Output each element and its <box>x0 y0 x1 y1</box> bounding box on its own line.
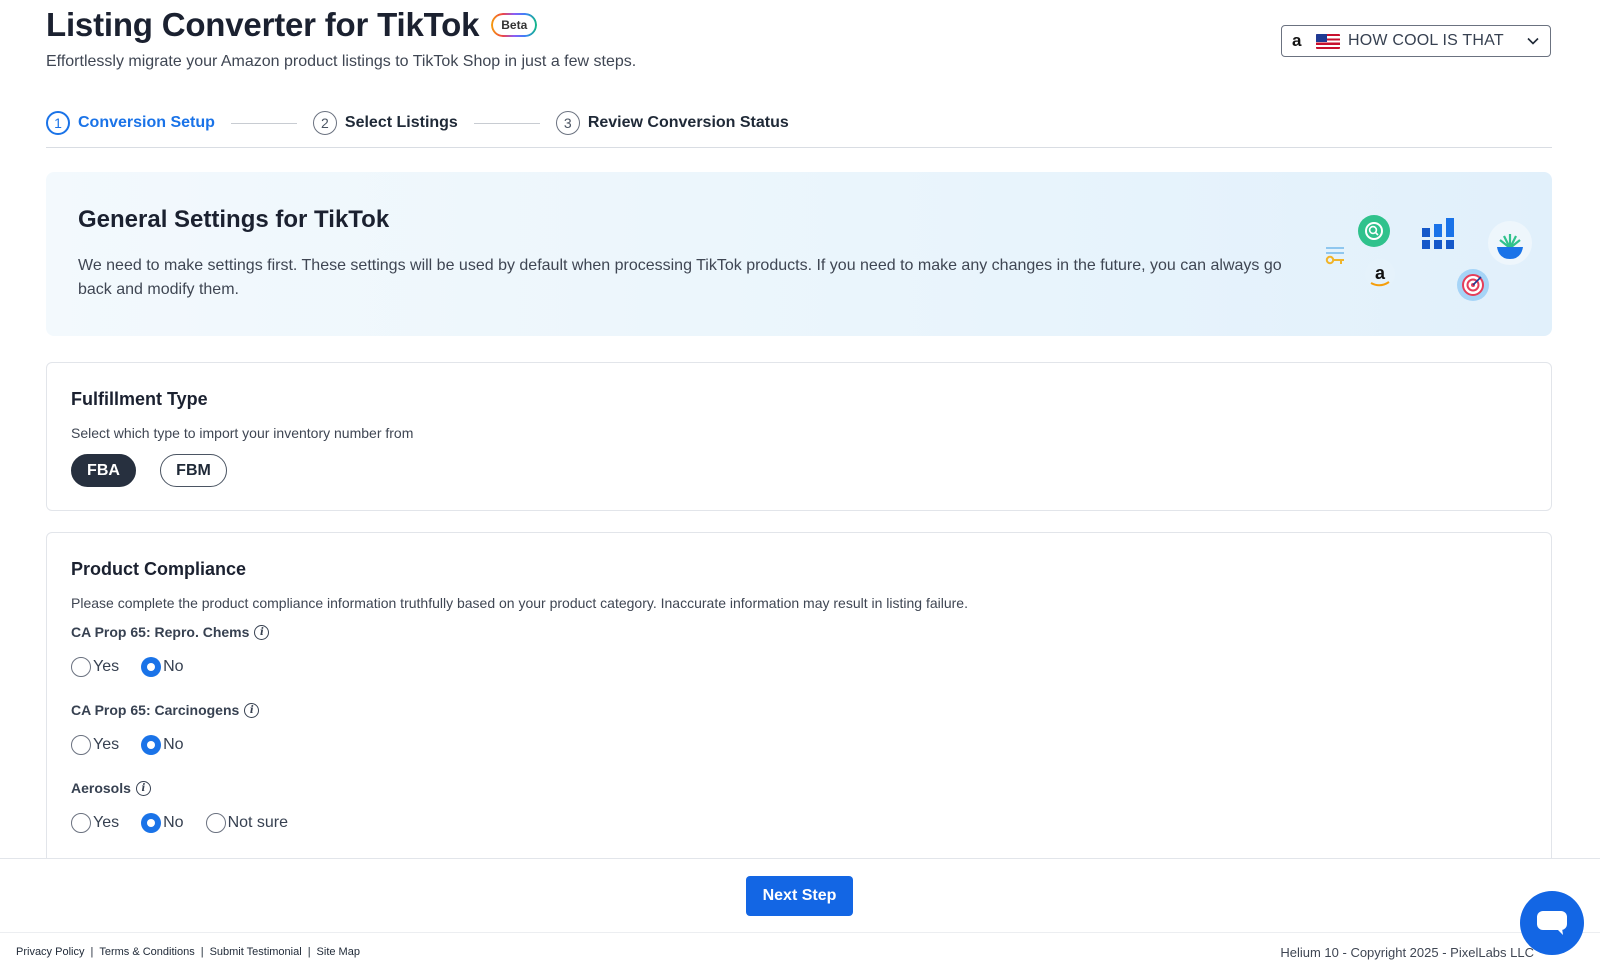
copyright: Helium 10 - Copyright 2025 - PixelLabs L… <box>1280 945 1534 960</box>
fulfillment-description: Select which type to import your invento… <box>71 425 414 441</box>
question-label: Aerosols <box>71 780 131 796</box>
radio-circle[interactable] <box>141 735 162 755</box>
radio-group-repro-chems: Yes No <box>71 657 206 677</box>
account-name: HOW COOL IS THAT <box>1348 32 1504 49</box>
key-list-icon <box>1325 247 1344 265</box>
search-bubble-icon <box>1358 215 1390 247</box>
step-connector <box>230 122 297 124</box>
info-icon[interactable]: i <box>244 702 260 718</box>
question-aerosols: Aerosols i <box>71 780 151 796</box>
question-repro-chems: CA Prop 65: Repro. Chems i <box>71 624 270 640</box>
info-icon[interactable]: i <box>254 624 270 640</box>
step-connector <box>473 122 540 124</box>
radio-label: Yes <box>93 658 120 675</box>
footer-separator: | <box>90 946 94 958</box>
account-select[interactable]: a HOW COOL IS THAT <box>1281 25 1551 57</box>
fbm-option[interactable]: FBM <box>160 454 227 487</box>
settings-banner: General Settings for TikTok We need to m… <box>46 172 1552 336</box>
step-review-conversion-status[interactable]: 3 Review Conversion Status <box>555 111 789 135</box>
step-number: 2 <box>312 111 337 135</box>
banner-title: General Settings for TikTok <box>78 206 390 233</box>
footer-separator: | <box>200 946 204 958</box>
amazon-logo-icon: a <box>1365 259 1395 289</box>
compliance-title: Product Compliance <box>71 559 247 579</box>
page: Listing Converter for TikTok Beta Effort… <box>0 0 1600 969</box>
radio-circle[interactable] <box>71 657 91 677</box>
step-label: Review Conversion Status <box>587 114 789 131</box>
bar-chart-icon <box>1422 218 1454 249</box>
target-icon <box>1457 269 1489 301</box>
radio-label: No <box>163 814 184 831</box>
terms-link[interactable]: Terms & Conditions <box>99 946 194 958</box>
fba-option[interactable]: FBA <box>71 454 136 487</box>
radio-label: No <box>163 736 184 753</box>
steps-divider <box>46 147 1552 148</box>
step-conversion-setup[interactable]: 1 Conversion Setup <box>46 111 215 135</box>
step-label: Select Listings <box>344 114 458 131</box>
chat-button[interactable] <box>1520 891 1584 955</box>
radio-yes[interactable]: Yes <box>71 813 119 833</box>
privacy-policy-link[interactable]: Privacy Policy <box>16 946 84 958</box>
next-step-button[interactable]: Next Step <box>746 876 853 916</box>
radio-group-carcinogens: Yes No <box>71 735 206 755</box>
radio-circle[interactable] <box>141 657 162 677</box>
radio-label: No <box>163 658 184 675</box>
svg-text:a: a <box>1375 263 1386 283</box>
step-number: 3 <box>555 111 580 135</box>
radio-label: Not sure <box>227 814 289 831</box>
info-icon[interactable]: i <box>135 780 151 796</box>
chevron-down-icon <box>1527 37 1539 45</box>
chat-icon <box>1537 911 1567 935</box>
title-row: Listing Converter for TikTok Beta <box>46 6 538 44</box>
compliance-card: Product Compliance Please complete the p… <box>46 532 1552 872</box>
radio-not-sure[interactable]: Not sure <box>205 813 289 833</box>
compliance-description: Please complete the product compliance i… <box>71 595 968 611</box>
footer: Privacy Policy | Terms & Conditions | Su… <box>0 932 1600 969</box>
step-label: Conversion Setup <box>78 114 215 131</box>
amazon-icon: a <box>1292 31 1302 50</box>
site-map-link[interactable]: Site Map <box>317 946 360 958</box>
us-flag-icon <box>1316 33 1340 49</box>
radio-circle[interactable] <box>71 813 91 833</box>
radio-no[interactable]: No <box>141 735 184 755</box>
question-label: CA Prop 65: Repro. Chems <box>71 624 250 640</box>
question-label: CA Prop 65: Carcinogens <box>71 702 240 718</box>
step-select-listings[interactable]: 2 Select Listings <box>312 111 458 135</box>
footer-separator: | <box>307 946 311 958</box>
submit-testimonial-link[interactable]: Submit Testimonial <box>210 946 302 958</box>
radio-label: Yes <box>93 736 120 753</box>
page-subtitle: Effortlessly migrate your Amazon product… <box>46 53 637 70</box>
question-carcinogens: CA Prop 65: Carcinogens i <box>71 702 260 718</box>
banner-text: We need to make settings first. These se… <box>78 257 1282 298</box>
beta-badge: Beta <box>491 13 538 37</box>
footer-links: Privacy Policy | Terms & Conditions | Su… <box>16 946 360 958</box>
radio-yes[interactable]: Yes <box>71 735 119 755</box>
radio-no[interactable]: No <box>141 813 184 833</box>
radio-circle[interactable] <box>71 735 91 755</box>
page-title: Listing Converter for TikTok <box>46 6 480 43</box>
radio-circle[interactable] <box>205 813 226 833</box>
radio-group-aerosols: Yes No Not sure <box>71 813 310 833</box>
step-number: 1 <box>46 111 70 135</box>
radio-circle[interactable] <box>141 813 162 833</box>
radio-label: Yes <box>93 814 120 831</box>
action-bar: Next Step <box>0 858 1600 932</box>
stepper: 1 Conversion Setup 2 Select Listings 3 R… <box>46 110 789 136</box>
fulfillment-card: Fulfillment Type Select which type to im… <box>46 362 1552 511</box>
radio-yes[interactable]: Yes <box>71 657 119 677</box>
fulfillment-title: Fulfillment Type <box>71 389 208 409</box>
plant-bowl-icon <box>1488 221 1532 265</box>
radio-no[interactable]: No <box>141 657 184 677</box>
